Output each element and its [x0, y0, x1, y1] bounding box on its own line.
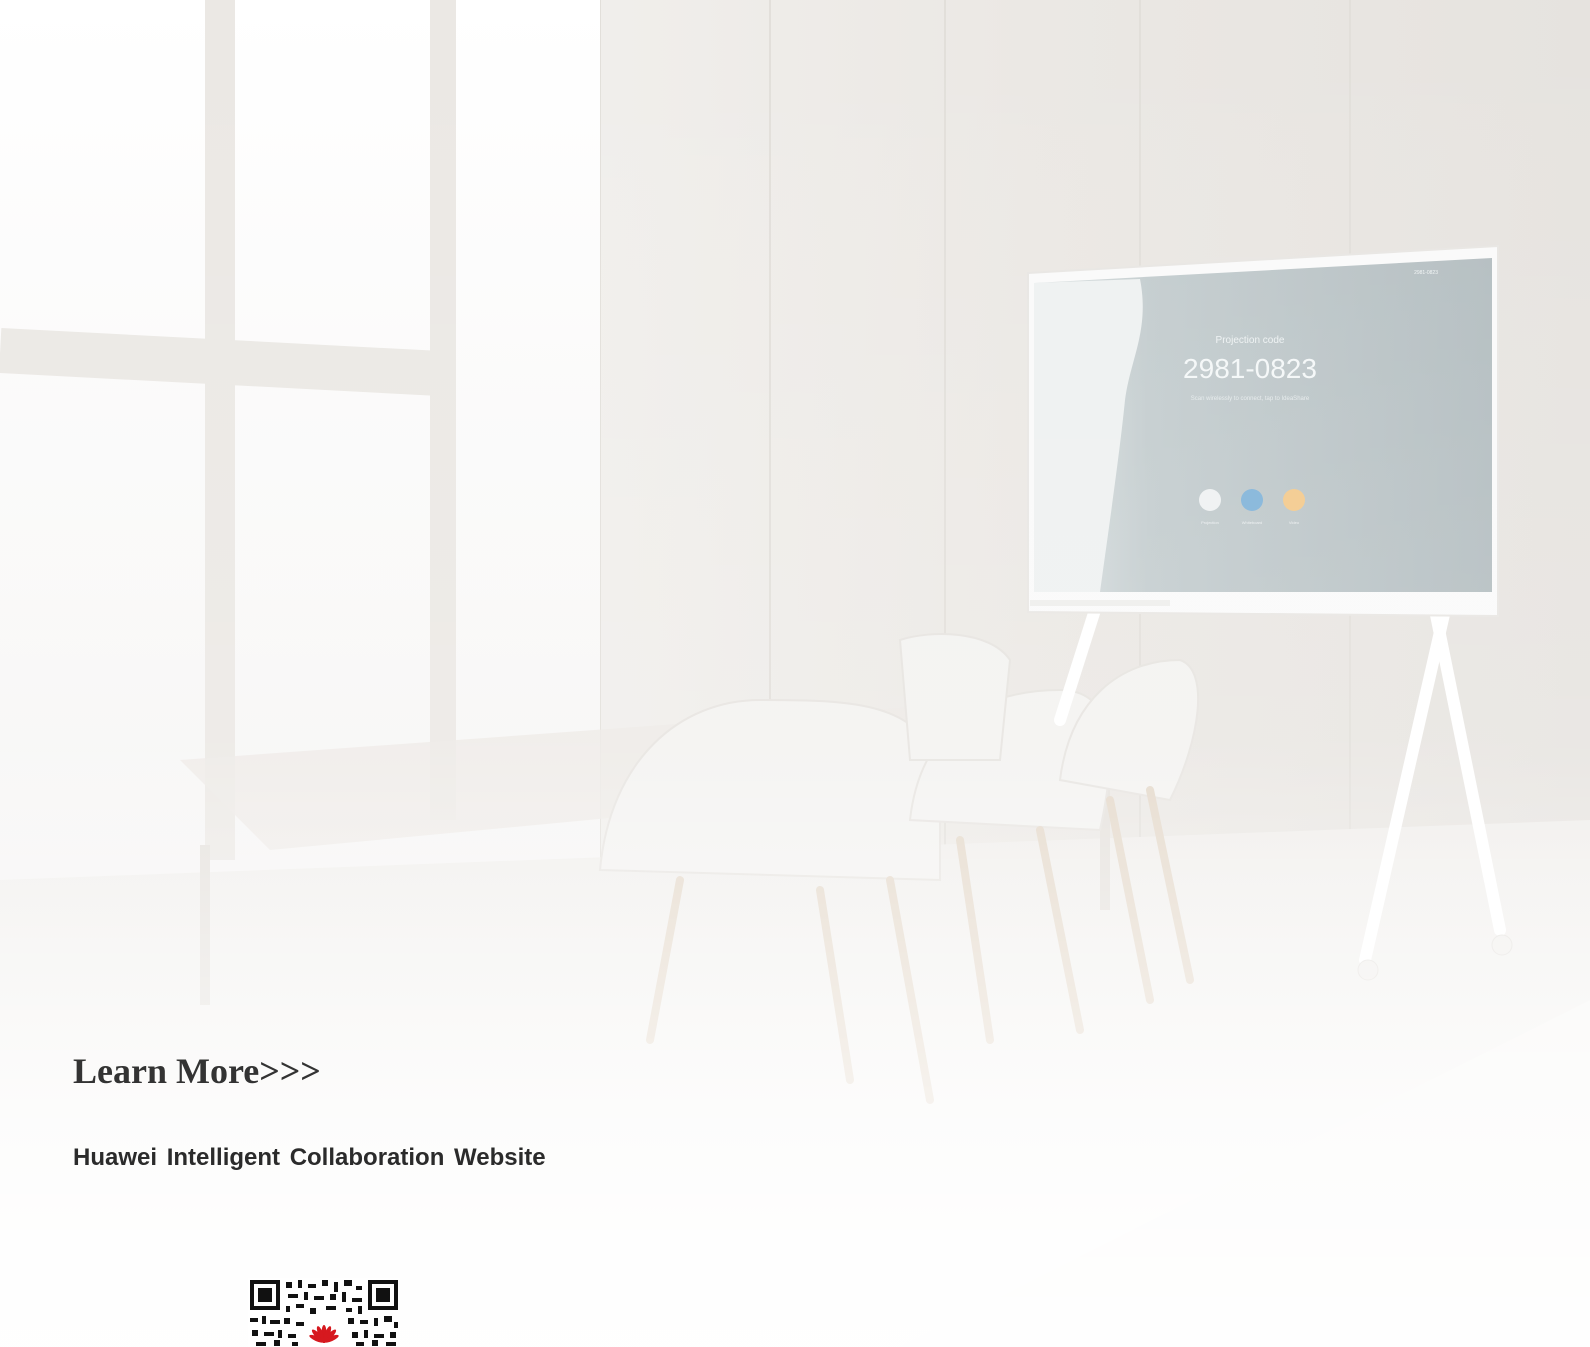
- board-status-text: 2981-0823: [1414, 270, 1438, 276]
- video-app-icon: [1283, 489, 1305, 511]
- learn-more-heading[interactable]: Learn More>>>: [73, 1050, 321, 1092]
- board-subcaption: Scan wirelessly to connect, tap to IdeaS…: [1191, 396, 1310, 402]
- board-number: 2981-0823: [1183, 353, 1317, 384]
- app-label-whiteboard: Whiteboard: [1242, 520, 1262, 525]
- huawei-logo-icon: [306, 1322, 342, 1347]
- qr-code-icon[interactable]: [248, 1278, 400, 1347]
- projection-app-icon: [1199, 489, 1221, 511]
- app-label-video: Video: [1289, 520, 1300, 525]
- website-label[interactable]: Huawei Intelligent Collaboration Website: [73, 1144, 546, 1172]
- whiteboard-app-icon: [1241, 489, 1263, 511]
- app-label-projection: Projection: [1201, 520, 1219, 525]
- board-caption: Projection code: [1216, 335, 1285, 346]
